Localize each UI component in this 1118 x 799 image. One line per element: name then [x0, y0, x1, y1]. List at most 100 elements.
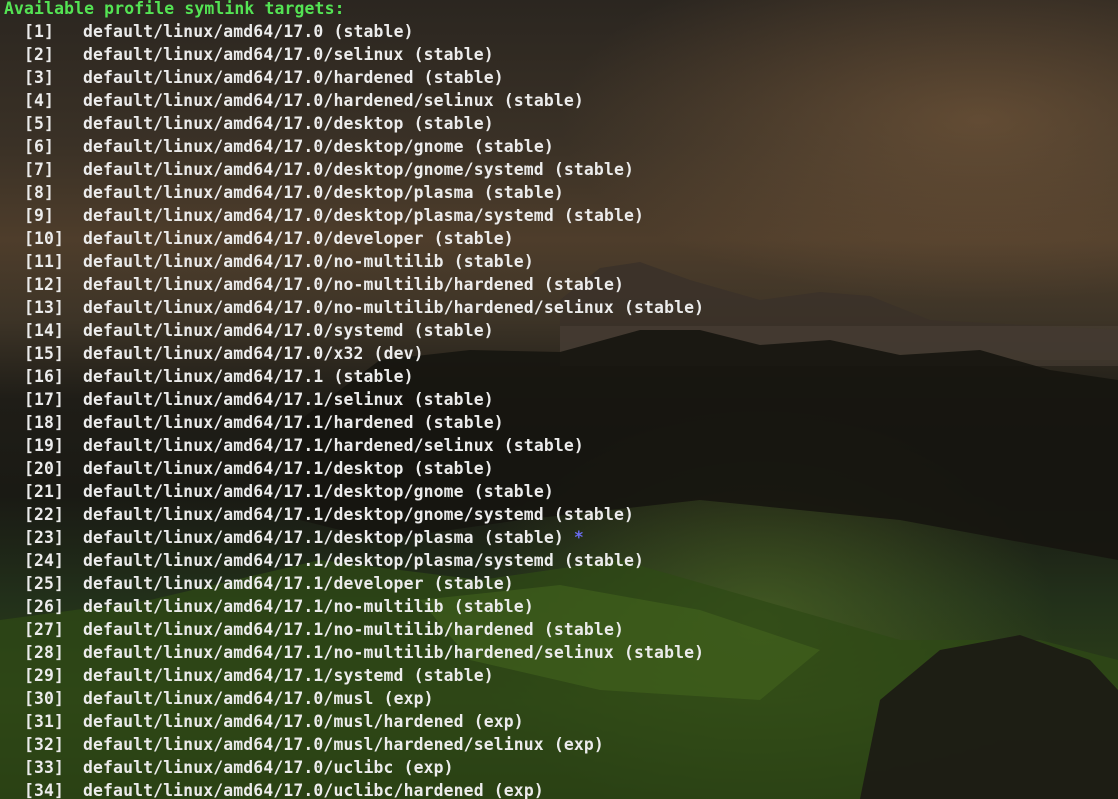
profile-status: (stable)	[423, 413, 504, 432]
profile-status: (stable)	[503, 436, 584, 455]
profile-index: [14]	[24, 321, 65, 340]
profile-line: [32] default/linux/amd64/17.0/musl/harden…	[4, 733, 704, 756]
profile-index: [7]	[24, 160, 55, 179]
profile-path: default/linux/amd64/17.0/no-multilib/har…	[83, 275, 534, 294]
profile-path: default/linux/amd64/17.0/musl	[83, 689, 374, 708]
profile-status: (exp)	[493, 781, 544, 799]
profile-path: default/linux/amd64/17.0/musl/hardened	[83, 712, 464, 731]
profile-path: default/linux/amd64/17.1/no-multilib	[83, 597, 444, 616]
profile-status: (stable)	[503, 91, 584, 110]
profile-status: (exp)	[403, 758, 454, 777]
profile-line: [3] default/linux/amd64/17.0/hardened (st…	[4, 66, 704, 89]
profile-path: default/linux/amd64/17.1/desktop/gnome	[83, 482, 464, 501]
profile-path: default/linux/amd64/17.0/desktop/plasma/…	[83, 206, 554, 225]
profile-line: [17] default/linux/amd64/17.1/selinux (st…	[4, 388, 704, 411]
profile-line: [34] default/linux/amd64/17.0/uclibc/hard…	[4, 779, 704, 799]
profile-path: default/linux/amd64/17.0/uclibc/hardened	[83, 781, 484, 799]
profile-path: default/linux/amd64/17.1/systemd	[83, 666, 404, 685]
profile-path: default/linux/amd64/17.0/desktop/plasma	[83, 183, 474, 202]
wallpaper-foreground-rock	[860, 635, 1118, 799]
output-header: Available profile symlink targets:	[4, 0, 345, 18]
profile-index: [3]	[24, 68, 55, 87]
profile-status: (stable)	[553, 505, 635, 524]
profile-path: default/linux/amd64/17.0/x32	[83, 344, 364, 363]
profile-index: [2]	[24, 45, 55, 64]
profile-path: default/linux/amd64/17.1/developer	[83, 574, 424, 593]
profile-line: [9] default/linux/amd64/17.0/desktop/plas…	[4, 204, 704, 227]
profile-line: [5] default/linux/amd64/17.0/desktop (sta…	[4, 112, 704, 135]
profile-status: (stable)	[413, 321, 494, 340]
profile-status: (stable)	[423, 68, 504, 87]
profile-status: (stable)	[473, 482, 554, 501]
profile-status: (stable)	[473, 137, 554, 156]
profile-status: (stable)	[453, 252, 534, 271]
profile-status: (stable)	[433, 574, 514, 593]
profile-status: (stable)	[413, 114, 494, 133]
profile-index: [9]	[24, 206, 55, 225]
profile-index: [22]	[24, 505, 65, 524]
profile-index: [29]	[24, 666, 65, 685]
profile-index: [10]	[24, 229, 65, 248]
profile-path: default/linux/amd64/17.1/no-multilib/har…	[83, 620, 534, 639]
profile-index: [20]	[24, 459, 65, 478]
profile-status: (stable)	[563, 551, 645, 570]
profile-index: [21]	[24, 482, 65, 501]
profile-status: (dev)	[373, 344, 424, 363]
profile-line: [31] default/linux/amd64/17.0/musl/harden…	[4, 710, 704, 733]
profile-line: [10] default/linux/amd64/17.0/developer (…	[4, 227, 704, 250]
profile-index: [26]	[24, 597, 65, 616]
profile-path: default/linux/amd64/17.1/desktop	[83, 459, 404, 478]
profile-path: default/linux/amd64/17.0/desktop/gnome/s…	[83, 160, 544, 179]
terminal-output[interactable]: Available profile symlink targets: [1] def…	[4, 0, 704, 799]
profile-index: [33]	[24, 758, 65, 777]
profile-line: [28] default/linux/amd64/17.1/no-multilib…	[4, 641, 704, 664]
profile-path: default/linux/amd64/17.1/desktop/gnome/s…	[83, 505, 544, 524]
profile-path: default/linux/amd64/17.0/no-multilib	[83, 252, 444, 271]
profile-index: [31]	[24, 712, 65, 731]
profile-path: default/linux/amd64/17.0/developer	[83, 229, 424, 248]
profile-line: [2] default/linux/amd64/17.0/selinux (sta…	[4, 43, 704, 66]
terminal-window[interactable]: Available profile symlink targets: [1] def…	[0, 0, 1118, 799]
current-profile-marker: *	[573, 528, 584, 547]
profile-line: [33] default/linux/amd64/17.0/uclibc (exp…	[4, 756, 704, 779]
profile-line: [14] default/linux/amd64/17.0/systemd (st…	[4, 319, 704, 342]
profile-line: [13] default/linux/amd64/17.0/no-multilib…	[4, 296, 704, 319]
profile-status: (stable)	[624, 298, 705, 317]
profile-index: [30]	[24, 689, 65, 708]
profile-status: (stable)	[563, 206, 645, 225]
profile-status: (exp)	[473, 712, 524, 731]
profile-index: [28]	[24, 643, 65, 662]
profile-line: [15] default/linux/amd64/17.0/x32 (dev)	[4, 342, 704, 365]
profile-line: [27] default/linux/amd64/17.1/no-multilib…	[4, 618, 704, 641]
profile-index: [16]	[24, 367, 65, 386]
profile-status: (stable)	[483, 528, 564, 547]
profile-status: (stable)	[553, 160, 635, 179]
profile-index: [11]	[24, 252, 65, 271]
profile-status: (stable)	[333, 367, 414, 386]
profile-index: [27]	[24, 620, 65, 639]
profile-index: [18]	[24, 413, 65, 432]
profile-status: (stable)	[483, 183, 564, 202]
profile-line: [21] default/linux/amd64/17.1/desktop/gno…	[4, 480, 704, 503]
profile-path: default/linux/amd64/17.0/desktop/gnome	[83, 137, 464, 156]
profile-line: [22] default/linux/amd64/17.1/desktop/gno…	[4, 503, 704, 526]
profile-line: [8] default/linux/amd64/17.0/desktop/plas…	[4, 181, 704, 204]
profile-path: default/linux/amd64/17.1/no-multilib/har…	[83, 643, 614, 662]
profile-index: [5]	[24, 114, 55, 133]
profile-path: default/linux/amd64/17.1/selinux	[83, 390, 404, 409]
profile-line: [6] default/linux/amd64/17.0/desktop/gnom…	[4, 135, 704, 158]
profile-line: [30] default/linux/amd64/17.0/musl (exp)	[4, 687, 704, 710]
profile-line: [23] default/linux/amd64/17.1/desktop/pla…	[4, 526, 704, 549]
profile-status: (stable)	[413, 45, 494, 64]
profile-list: [1] default/linux/amd64/17.0 (stable) [2] d…	[4, 20, 704, 799]
profile-status: (stable)	[433, 229, 514, 248]
profile-path: default/linux/amd64/17.0/systemd	[83, 321, 404, 340]
profile-status: (stable)	[453, 597, 534, 616]
profile-status: (stable)	[543, 620, 624, 639]
profile-index: [4]	[24, 91, 55, 110]
profile-path: default/linux/amd64/17.0/desktop	[83, 114, 404, 133]
profile-index: [32]	[24, 735, 65, 754]
profile-path: default/linux/amd64/17.1	[83, 367, 324, 386]
profile-status: (stable)	[543, 275, 624, 294]
profile-line: [16] default/linux/amd64/17.1 (stable)	[4, 365, 704, 388]
